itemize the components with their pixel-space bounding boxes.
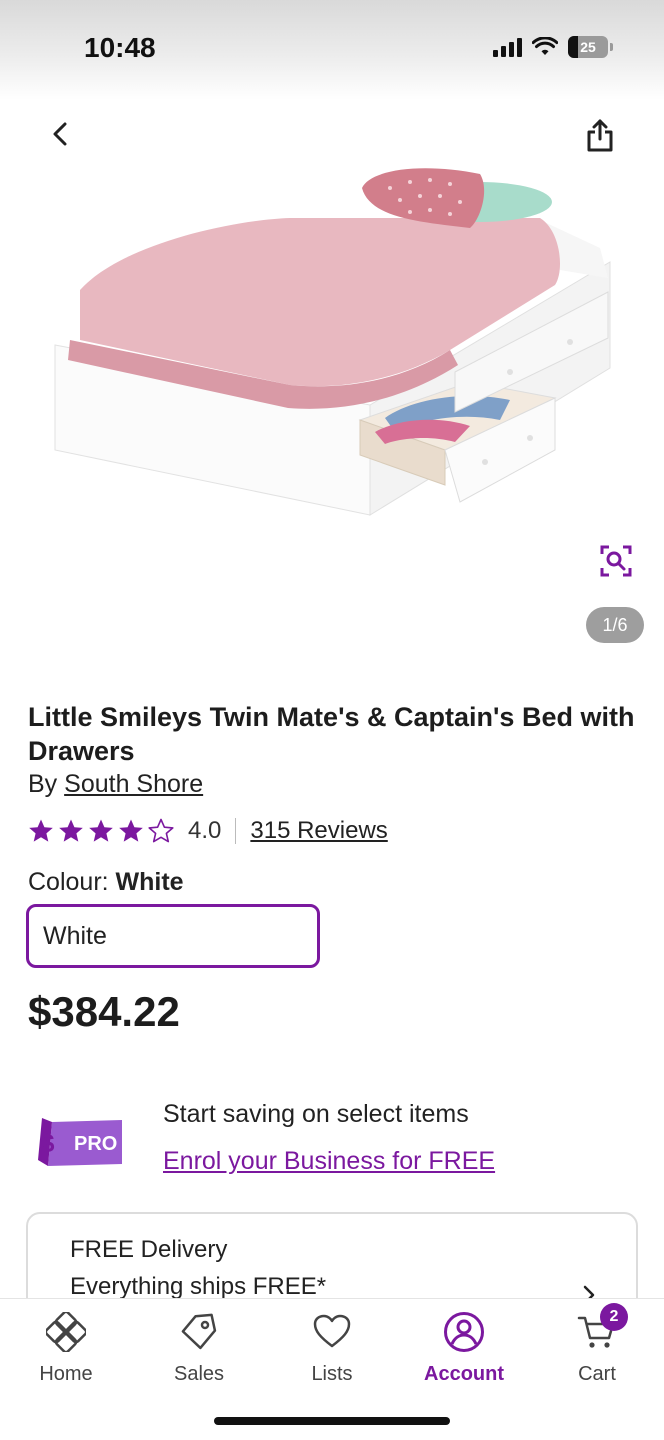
chevron-left-icon xyxy=(53,122,67,146)
status-time: 10:48 xyxy=(84,32,156,63)
colour-value: White xyxy=(115,868,184,896)
tab-bar: Home Sales Lists Account 2 Cart xyxy=(0,1298,664,1440)
brand-link[interactable]: South Shore xyxy=(64,770,203,798)
tab-home-label: Home xyxy=(39,1363,93,1385)
pro-logo: $ PRO xyxy=(38,1118,122,1166)
tab-account-label: Account xyxy=(424,1363,504,1385)
cart-icon: 2 xyxy=(576,1303,628,1353)
tab-lists[interactable]: Lists xyxy=(272,1311,392,1386)
home-icon xyxy=(45,1311,87,1353)
brand-line: By South Shore xyxy=(28,770,203,799)
wifi-icon xyxy=(532,37,558,55)
zoom-button[interactable] xyxy=(598,543,634,579)
star-filled-icon xyxy=(89,819,113,842)
colour-label: Colour: xyxy=(28,868,109,896)
rating-value: 4.0 xyxy=(188,817,222,844)
star-filled-icon xyxy=(59,819,83,842)
share-icon xyxy=(587,119,613,152)
tag-icon xyxy=(178,1311,220,1353)
star-filled-icon xyxy=(29,819,53,842)
rating-divider xyxy=(235,818,237,844)
tab-home[interactable]: Home xyxy=(6,1311,126,1386)
tab-sales-label: Sales xyxy=(173,1363,225,1385)
cellular-signal-icon xyxy=(493,37,522,57)
pro-logo-text: PRO xyxy=(74,1133,117,1155)
battery-icon: 25 xyxy=(568,36,613,58)
battery-level: 25 xyxy=(580,39,596,55)
price: $384.22 xyxy=(28,988,180,1035)
tab-cart-label: Cart xyxy=(578,1363,616,1385)
status-bar: 10:48 25 xyxy=(0,0,664,100)
star-filled-icon xyxy=(119,819,143,842)
product-title: Little Smileys Twin Mate's & Captain's B… xyxy=(28,702,635,766)
delivery-title: FREE Delivery xyxy=(70,1236,228,1263)
colour-line: Colour: White xyxy=(28,868,184,897)
zoom-icon xyxy=(600,545,632,577)
product-image[interactable] xyxy=(40,150,630,530)
rating-row: 4.0 315 Reviews xyxy=(28,815,388,847)
enrol-business-link[interactable]: Enrol your Business for FREE xyxy=(163,1147,495,1176)
image-counter: 1/6 xyxy=(586,607,644,643)
colour-option-white[interactable]: White xyxy=(26,904,320,968)
star-empty-icon xyxy=(148,818,174,843)
star-rating xyxy=(28,818,174,844)
by-label: By xyxy=(28,770,58,798)
home-indicator xyxy=(214,1417,450,1425)
heart-icon xyxy=(311,1311,353,1353)
tab-cart[interactable]: 2 Cart xyxy=(537,1303,657,1386)
tab-sales[interactable]: Sales xyxy=(139,1311,259,1386)
tab-lists-label: Lists xyxy=(311,1363,353,1385)
account-icon xyxy=(443,1311,485,1353)
cart-badge: 2 xyxy=(600,1303,628,1331)
pro-logo-dollar: $ xyxy=(40,1128,55,1158)
tab-account[interactable]: Account xyxy=(404,1311,524,1386)
reviews-link[interactable]: 315 Reviews xyxy=(250,817,387,845)
status-icons: 25 xyxy=(493,36,613,58)
pro-promo-text: Start saving on select items xyxy=(163,1100,469,1128)
delivery-subtitle: Everything ships FREE* xyxy=(70,1273,327,1300)
back-button[interactable] xyxy=(40,114,80,154)
